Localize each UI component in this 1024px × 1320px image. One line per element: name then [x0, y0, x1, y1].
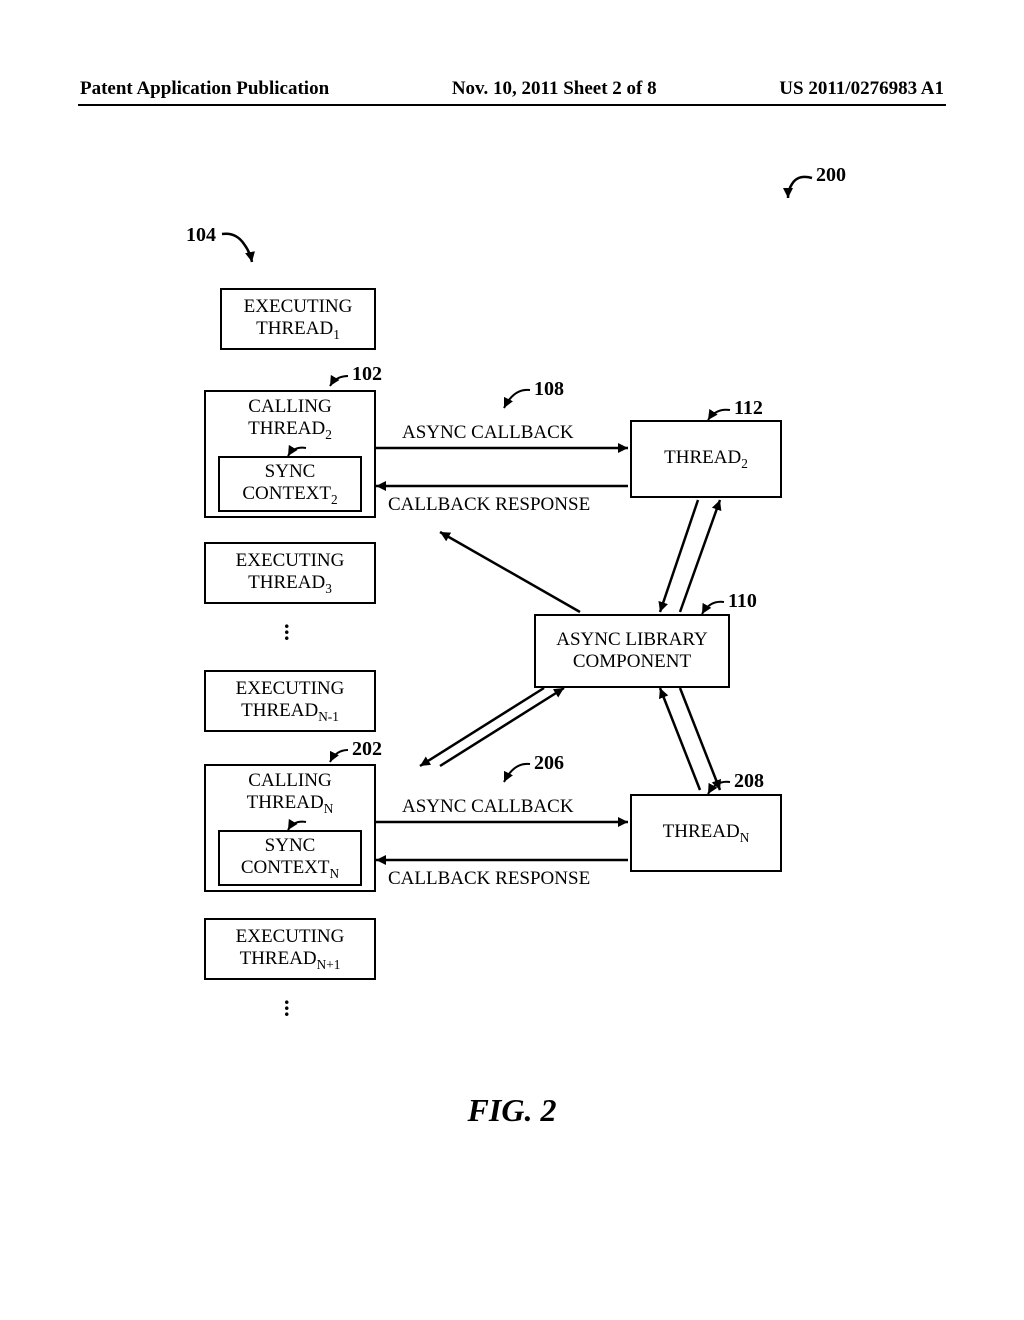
vertical-ellipsis-1: ... — [284, 618, 290, 636]
execnp1-sub: N+1 — [317, 957, 341, 972]
async-lib-line2: COMPONENT — [573, 651, 691, 672]
header-left: Patent Application Publication — [80, 78, 329, 100]
exec1-line1: EXECUTING — [244, 296, 353, 317]
callback-response-label-2: CALLBACK RESPONSE — [388, 868, 590, 890]
thread2-sub: 2 — [741, 456, 748, 471]
calling2-line1: CALLING — [248, 396, 331, 417]
header-rule — [78, 104, 946, 106]
page-header: Patent Application Publication Nov. 10, … — [0, 78, 1024, 106]
exec1-line2: THREAD — [256, 318, 333, 339]
exec3-line1: EXECUTING — [236, 550, 345, 571]
executing-thread-n-1-box: EXECUTING THREADN-1 — [204, 670, 376, 732]
vertical-ellipsis-2: ... — [284, 994, 290, 1012]
async-library-component-box: ASYNC LIBRARY COMPONENT — [534, 614, 730, 688]
ref-104: 104 — [186, 224, 216, 247]
execnp1-line1: EXECUTING — [236, 926, 345, 947]
ref-202: 202 — [352, 738, 382, 761]
ref-208: 208 — [734, 770, 764, 793]
executing-thread-n-plus-1-box: EXECUTING THREADN+1 — [204, 918, 376, 980]
executing-thread-1-box: EXECUTING THREAD1 — [220, 288, 376, 350]
threadn-sub: N — [740, 830, 750, 845]
header-center: Nov. 10, 2011 Sheet 2 of 8 — [452, 78, 657, 100]
callback-response-label-1: CALLBACK RESPONSE — [388, 494, 590, 516]
execn1-line1: EXECUTING — [236, 678, 345, 699]
calling2-sub: 2 — [325, 427, 332, 442]
async-lib-line1: ASYNC LIBRARY — [556, 629, 708, 650]
sync2-sub: 2 — [331, 492, 338, 507]
header-right: US 2011/0276983 A1 — [779, 78, 944, 100]
thread-2-box: THREAD2 — [630, 420, 782, 498]
page: Patent Application Publication Nov. 10, … — [0, 0, 1024, 1320]
syncn-line2: CONTEXT — [241, 857, 330, 878]
syncn-sub: N — [330, 866, 340, 881]
syncn-line1: SYNC — [265, 835, 316, 856]
figure-caption: FIG. 2 — [0, 1092, 1024, 1129]
execn1-line2: THREAD — [241, 700, 318, 721]
sync-context-2-box: SYNC CONTEXT2 — [218, 456, 362, 512]
sync-context-n-box: SYNC CONTEXTN — [218, 830, 362, 886]
callingn-line1: CALLING — [248, 770, 331, 791]
execnp1-line2: THREAD — [240, 948, 317, 969]
execn1-sub: N-1 — [318, 709, 339, 724]
sync2-line1: SYNC — [265, 461, 316, 482]
async-callback-label-2: ASYNC CALLBACK — [402, 796, 574, 818]
exec3-line2: THREAD — [248, 572, 325, 593]
callingn-sub: N — [324, 801, 334, 816]
ref-108: 108 — [534, 378, 564, 401]
threadn-line1: THREAD — [663, 821, 740, 842]
ref-206: 206 — [534, 752, 564, 775]
async-callback-label-1: ASYNC CALLBACK — [402, 422, 574, 444]
sync2-line2: CONTEXT — [242, 483, 331, 504]
exec1-sub: 1 — [333, 327, 340, 342]
calling2-line2: THREAD — [248, 418, 325, 439]
thread-n-box: THREADN — [630, 794, 782, 872]
ref-102: 102 — [352, 363, 382, 386]
ref-200: 200 — [816, 164, 846, 187]
ref-112: 112 — [734, 397, 763, 420]
thread2-line1: THREAD — [664, 447, 741, 468]
executing-thread-3-box: EXECUTING THREAD3 — [204, 542, 376, 604]
ref-110: 110 — [728, 590, 757, 613]
exec3-sub: 3 — [325, 581, 332, 596]
callingn-line2: THREAD — [247, 792, 324, 813]
